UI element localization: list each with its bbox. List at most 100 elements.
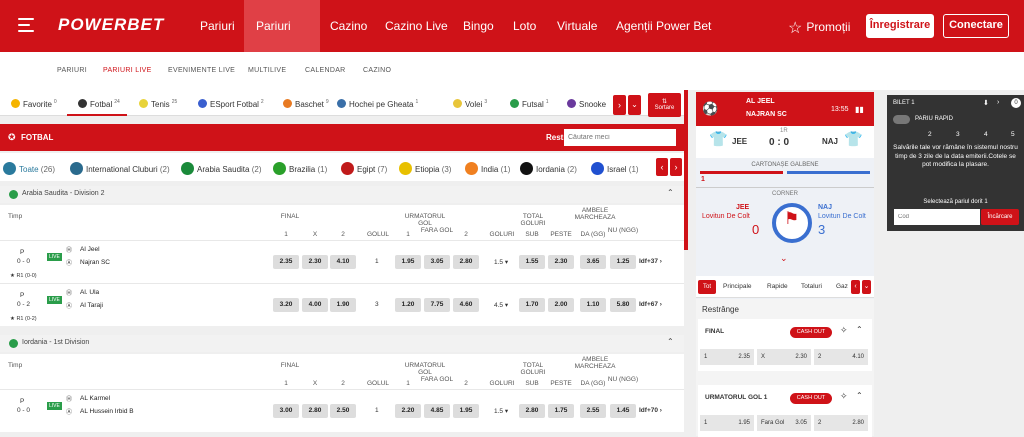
subnav-calendar[interactable]: CALENDAR [305,67,346,74]
market-odd-button[interactable]: X 2.30 [757,349,811,365]
country-filter-1[interactable]: International Cluburi (2) [70,162,170,175]
pin-icon[interactable]: ⬇ [983,99,989,107]
chevron-down-icon[interactable]: ⌄ [780,253,788,264]
country-filter-2[interactable]: Arabia Saudita (2) [181,162,261,175]
cashout-badge[interactable]: CASH OUT [790,393,832,404]
subnav-pariuri-live[interactable]: PARIURI LIVE [103,67,152,74]
tabs-next-button[interactable]: ⌄ [862,280,871,294]
collapse-markets-link[interactable]: Restrânge [702,305,739,314]
odd-button[interactable]: 3.05 [424,255,450,269]
match-search-input[interactable] [564,129,676,146]
odd-button[interactable]: 2.00 [548,298,574,312]
league-header[interactable]: Arabia Saudita - Division 2 ⌃ [0,186,684,203]
nav-pariuri-live[interactable]: Pariuri Live [244,0,320,85]
odd-button[interactable]: 1.70 [519,298,545,312]
sport-tab-0[interactable]: Favorite 0 [11,99,57,109]
odd-button[interactable]: 5.80 [610,298,636,312]
tab-rapide[interactable]: Rapide [767,283,788,290]
sort-button[interactable]: ⇅ Sortare [648,93,681,117]
arrow-icon[interactable]: › [997,99,999,106]
odd-button[interactable]: 2.30 [302,255,328,269]
quick-amount-3[interactable]: 3 [956,131,960,138]
country-prev-button[interactable]: ‹ [656,158,668,176]
country-filter-6[interactable]: India (1) [465,162,510,175]
country-filter-7[interactable]: Iordania (2) [520,162,577,175]
sport-tab-2[interactable]: Tenis 25 [139,99,177,109]
sport-tab-3[interactable]: ESport Fotbal 2 [198,99,264,109]
chevron-up-icon[interactable]: ⌃ [856,325,863,334]
odd-button[interactable]: 1.90 [330,298,356,312]
logo[interactable]: POWERBET [58,15,164,35]
odd-button[interactable]: 4.00 [302,298,328,312]
country-next-button[interactable]: › [670,158,682,176]
nav-cazino[interactable]: Cazino [320,0,377,52]
cashout-badge[interactable]: CASH OUT [790,327,832,338]
subnav-evenimente-live[interactable]: EVENIMENTE LIVE [168,67,235,74]
odd-button[interactable]: 1.20 [395,298,421,312]
subnav-cazino[interactable]: CAZINO [363,67,391,74]
register-button[interactable]: Înregistrare [866,14,934,38]
pin-icon[interactable]: ✧ [840,325,848,336]
odd-button[interactable]: 2.80 [302,404,328,418]
rapid-toggle[interactable] [893,115,910,124]
odd-button[interactable]: 1.95 [453,404,479,418]
nav-loto[interactable]: Loto [503,0,546,52]
tab-gaz[interactable]: Gaz [836,283,848,290]
sport-tab-4[interactable]: Baschet 9 [283,99,329,109]
country-filter-8[interactable]: Israel (1) [591,162,639,175]
load-button[interactable]: Încărcare [981,209,1019,225]
market-odd-button[interactable]: 1 1.95 [700,415,754,431]
tab-tot[interactable]: Tot [698,280,716,294]
odd-button[interactable]: 2.55 [580,404,606,418]
more-markets-link[interactable]: Idf+37 › [639,258,662,265]
total-line[interactable]: 4.5 ▾ [494,301,508,309]
login-button[interactable]: Conectare [943,14,1009,38]
quick-amount-5[interactable]: 5 [1011,131,1015,138]
market-odd-button[interactable]: 1 2.35 [700,349,754,365]
subnav-pariuri[interactable]: PARIURI [57,67,87,74]
country-filter-0[interactable]: Toate (26) [3,162,55,175]
nav-agentii[interactable]: Agenții Power Bet [606,0,721,52]
odd-button[interactable]: 4.60 [453,298,479,312]
sport-tab-6[interactable]: Volei 3 [453,99,487,109]
odd-button[interactable]: 3.00 [273,404,299,418]
tab-totaluri[interactable]: Totaluri [801,283,822,290]
scrollbar[interactable] [684,90,688,250]
match-row[interactable]: P 0 - 2 LIVE Ⓗ Ⓐ Al. Ula Al Taraji ★ R1 (0-2) 3.… [0,283,684,326]
chevron-up-icon[interactable]: ⌃ [667,188,674,197]
quick-amount-2[interactable]: 2 [928,131,932,138]
code-input[interactable] [894,209,980,225]
league-header[interactable]: Iordania - 1st Division ⌃ [0,335,684,352]
tab-principale[interactable]: Principale [723,283,752,290]
more-markets-link[interactable]: Idf+67 › [639,301,662,308]
menu-icon[interactable] [18,18,34,32]
odd-button[interactable]: 4.10 [330,255,356,269]
country-filter-4[interactable]: Egipt (7) [341,162,387,175]
sport-tab-1[interactable]: Fotbal 24 [78,99,120,109]
pin-icon[interactable]: ✧ [840,391,848,402]
odd-button[interactable]: 1.25 [610,255,636,269]
market-odd-button[interactable]: 2 4.10 [814,349,868,365]
nav-pariuri[interactable]: Pariuri [190,0,245,52]
expand-sports-button[interactable]: ⌄ [628,95,641,115]
odd-button[interactable]: 2.30 [548,255,574,269]
odd-button[interactable]: 7.75 [424,298,450,312]
odd-button[interactable]: 2.80 [519,404,545,418]
sport-tab-8[interactable]: Snooke [567,99,606,109]
market-odd-button[interactable]: 2 2.80 [814,415,868,431]
nav-cazino-live[interactable]: Cazino Live [375,0,458,52]
odd-button[interactable]: 1.75 [548,404,574,418]
odd-button[interactable]: 1.95 [395,255,421,269]
chevron-up-icon[interactable]: ⌃ [856,391,863,400]
market-odd-button[interactable]: Fara Gol 3.05 [757,415,811,431]
nav-virtuale[interactable]: Virtuale [547,0,607,52]
subnav-multilive[interactable]: MULTILIVE [248,67,286,74]
odd-button[interactable]: 2.50 [330,404,356,418]
stats-icon[interactable]: ▮▮ [855,105,864,114]
odd-button[interactable]: 2.20 [395,404,421,418]
total-line[interactable]: 1.5 ▾ [494,407,508,415]
scroll-right-button[interactable]: › [613,95,626,115]
chevron-up-icon[interactable]: ⌃ [667,337,674,346]
nav-bingo[interactable]: Bingo [453,0,504,52]
odd-button[interactable]: 3.65 [580,255,606,269]
